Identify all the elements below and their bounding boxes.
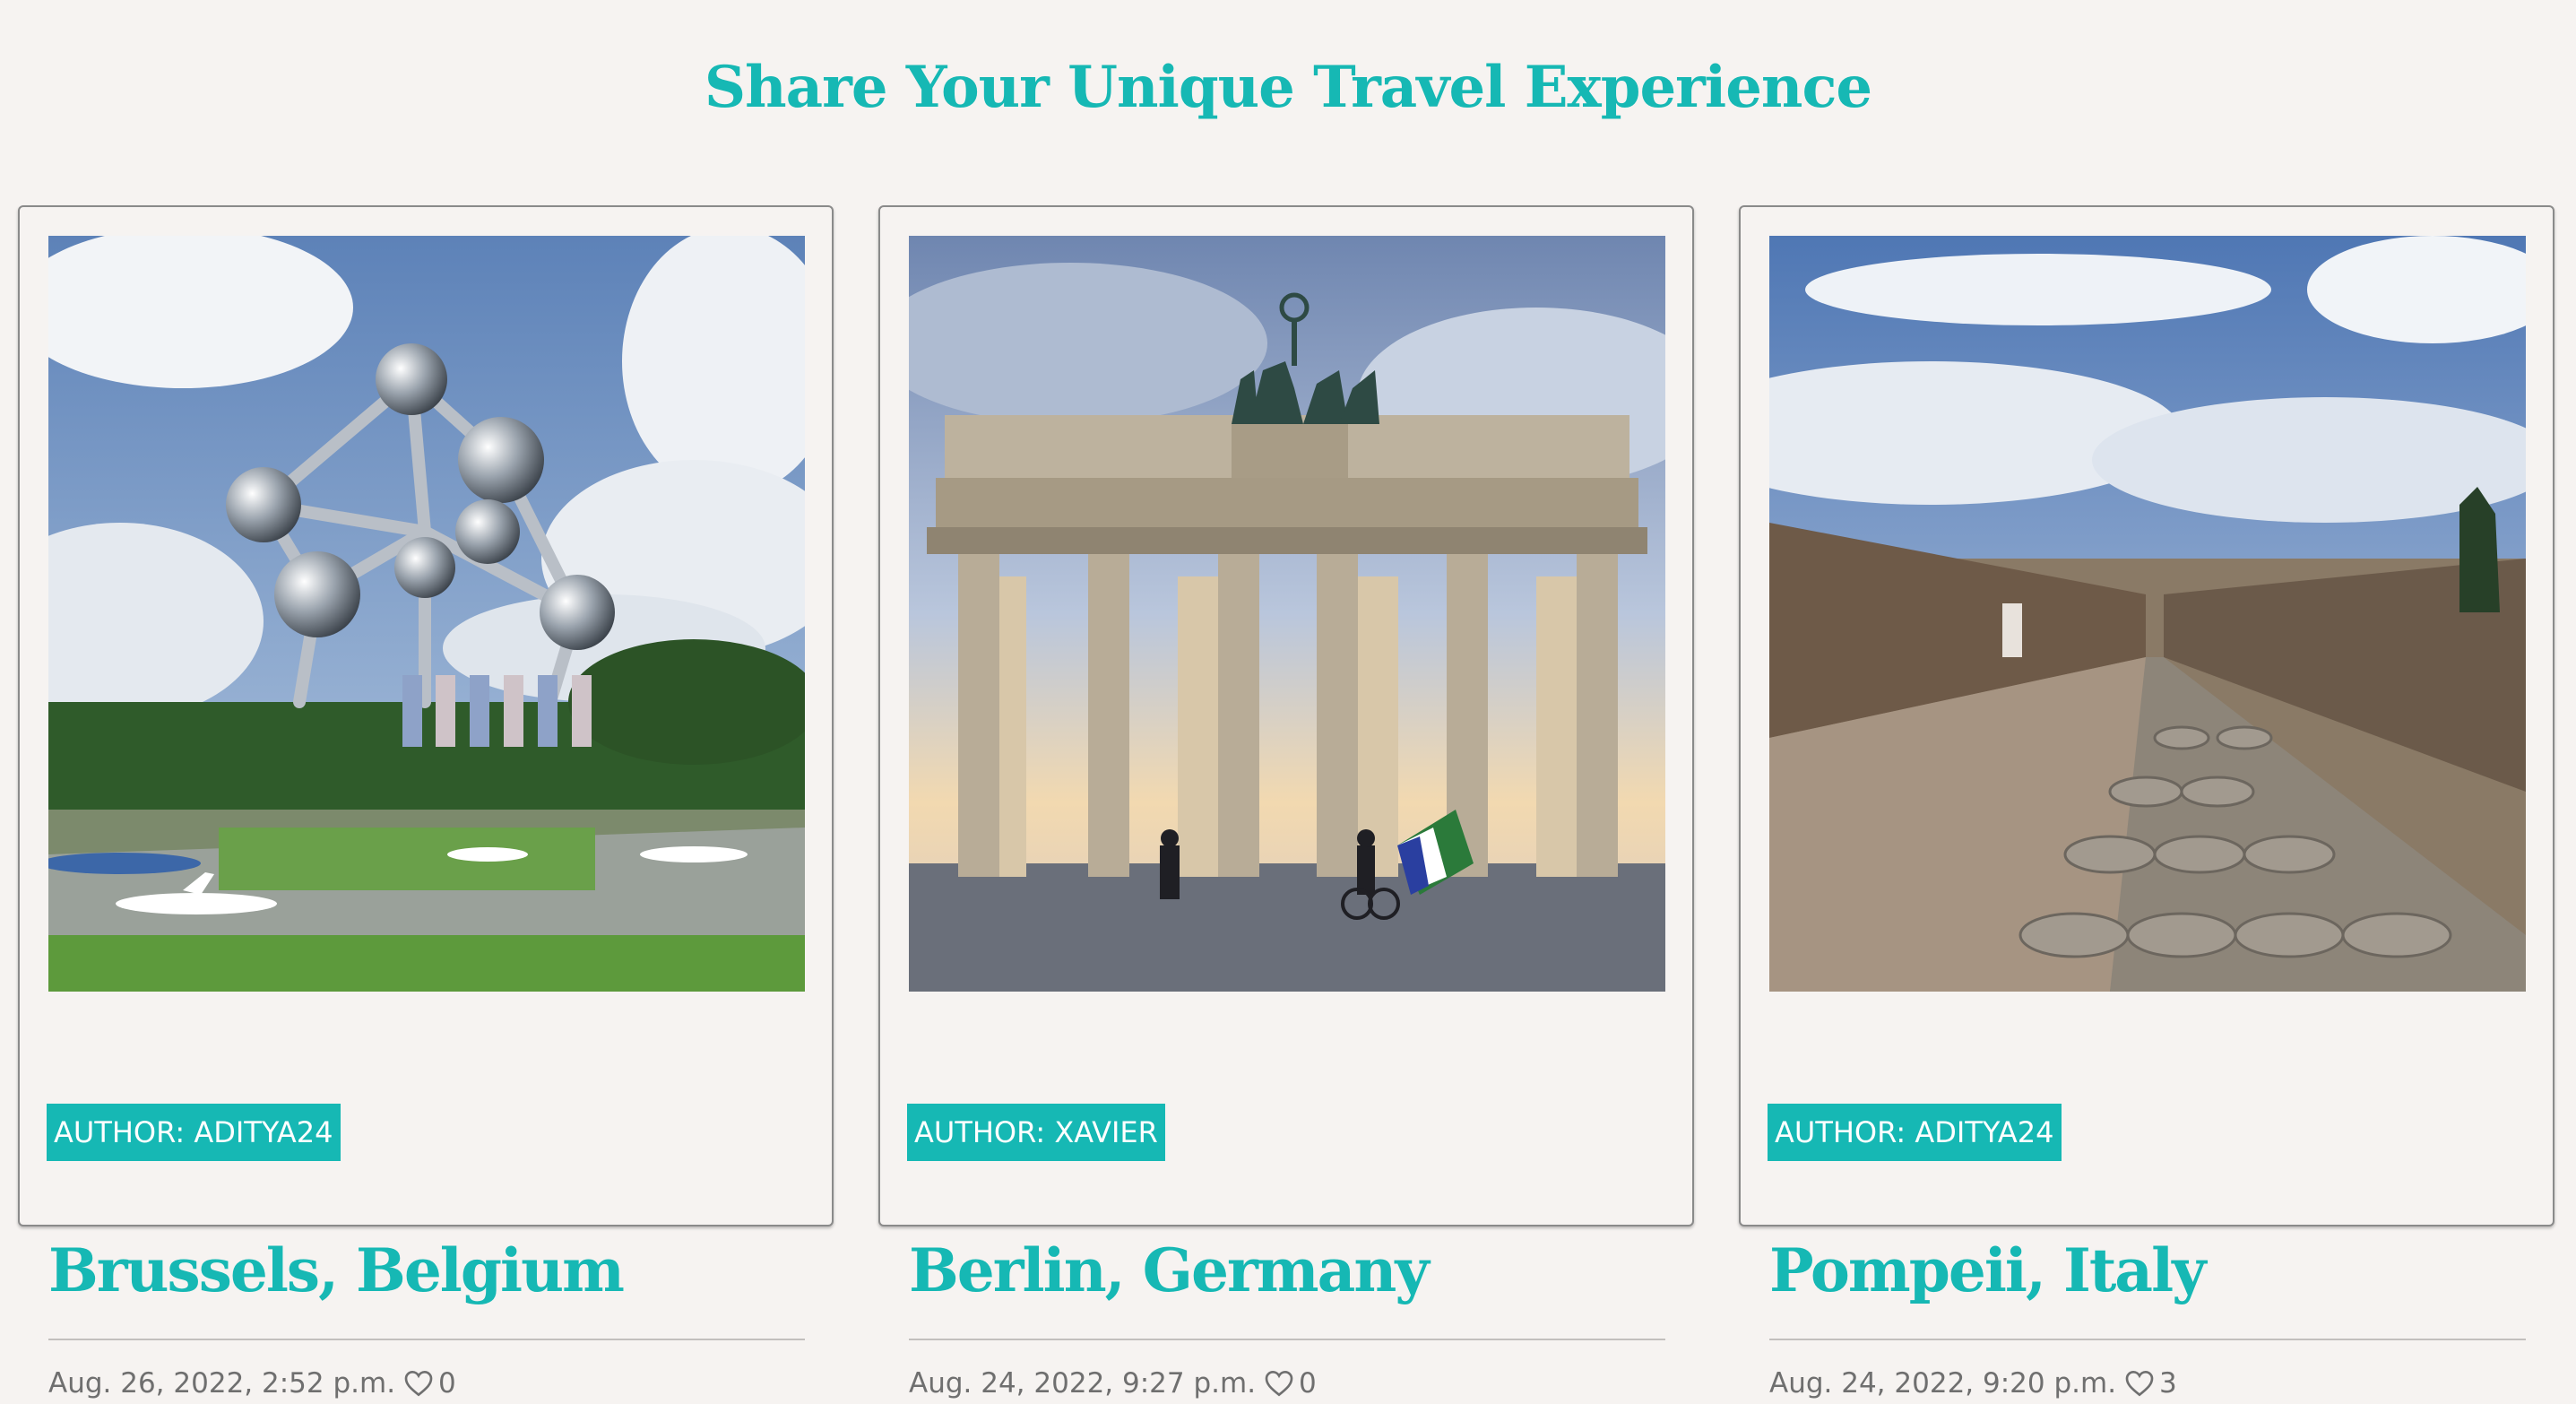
heart-outline-icon[interactable]: [404, 1370, 433, 1397]
post-date: Aug. 24, 2022, 9:27 p.m.: [909, 1367, 1257, 1400]
heart-outline-icon[interactable]: [1265, 1370, 1293, 1397]
author-badge[interactable]: AUTHOR: XAVIER: [907, 1104, 1165, 1161]
like-count: 3: [2159, 1367, 2177, 1400]
post-title[interactable]: Berlin, Germany: [909, 1235, 1430, 1305]
post-meta: Aug. 24, 2022, 9:27 p.m. 0: [909, 1367, 1317, 1400]
page-title: Share Your Unique Travel Experience: [704, 54, 1872, 121]
post-photo-atomium[interactable]: [48, 236, 805, 992]
post-photo-pompeii-road[interactable]: [1769, 236, 2526, 992]
divider: [48, 1339, 805, 1340]
post-title[interactable]: Brussels, Belgium: [48, 1235, 625, 1305]
author-badge[interactable]: AUTHOR: ADITYA24: [1768, 1104, 2062, 1161]
post-card-brussels[interactable]: AUTHOR: ADITYA24 Brussels, Belgium Aug. …: [18, 205, 834, 1400]
divider: [909, 1339, 1665, 1340]
post-date: Aug. 26, 2022, 2:52 p.m.: [48, 1367, 396, 1400]
post-meta: Aug. 24, 2022, 9:20 p.m. 3: [1769, 1367, 2177, 1400]
like-count: 0: [438, 1367, 456, 1400]
author-badge[interactable]: AUTHOR: ADITYA24: [47, 1104, 341, 1161]
post-meta: Aug. 26, 2022, 2:52 p.m. 0: [48, 1367, 456, 1400]
divider: [1769, 1339, 2526, 1340]
post-photo-brandenburg-gate[interactable]: [909, 236, 1665, 992]
post-card-pompeii[interactable]: AUTHOR: ADITYA24 Pompeii, Italy Aug. 24,…: [1739, 205, 2554, 1400]
post-card-berlin[interactable]: AUTHOR: XAVIER Berlin, Germany Aug. 24, …: [878, 205, 1694, 1400]
post-title[interactable]: Pompeii, Italy: [1769, 1235, 2206, 1305]
like-count: 0: [1299, 1367, 1317, 1400]
post-date: Aug. 24, 2022, 9:20 p.m.: [1769, 1367, 2117, 1400]
heart-outline-icon[interactable]: [2125, 1370, 2154, 1397]
